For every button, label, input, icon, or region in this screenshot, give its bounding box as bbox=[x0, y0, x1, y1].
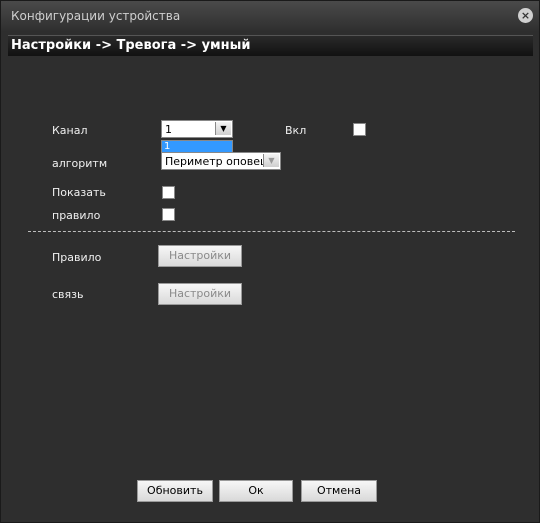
link-section-label: связь bbox=[52, 288, 84, 301]
algorithm-select-value: Периметр оповеще bbox=[165, 155, 278, 168]
window-title: Конфигурации устройства bbox=[11, 9, 181, 23]
breadcrumb: Настройки -> Тревога -> умный bbox=[8, 35, 533, 56]
enable-checkbox[interactable] bbox=[353, 123, 366, 136]
rule-settings-button[interactable]: Настройки bbox=[158, 245, 242, 267]
channel-select[interactable]: 1 ▼ bbox=[161, 120, 233, 138]
enable-label: Вкл bbox=[285, 124, 307, 137]
chevron-down-icon[interactable]: ▼ bbox=[215, 122, 231, 135]
algorithm-label: алгоритм bbox=[52, 157, 108, 170]
channel-select-value: 1 bbox=[165, 123, 172, 136]
rule-label: правило bbox=[52, 209, 101, 222]
cancel-button[interactable]: Отмена bbox=[301, 480, 377, 502]
close-icon[interactable]: × bbox=[518, 8, 533, 23]
channel-label: Канал bbox=[52, 124, 88, 137]
chevron-down-icon[interactable]: ▼ bbox=[263, 154, 279, 167]
show-checkbox[interactable] bbox=[162, 186, 175, 199]
show-label: Показать bbox=[52, 186, 106, 199]
channel-option-label: 1 bbox=[164, 141, 171, 152]
ok-button[interactable]: Ок bbox=[219, 480, 293, 502]
link-settings-button[interactable]: Настройки bbox=[158, 283, 242, 305]
algorithm-select[interactable]: Периметр оповеще ▼ bbox=[161, 152, 281, 170]
breadcrumb-text: Настройки -> Тревога -> умный bbox=[11, 38, 251, 53]
refresh-button[interactable]: Обновить bbox=[137, 480, 213, 502]
rule-section-label: Правило bbox=[52, 251, 102, 264]
title-bar: Конфигурации устройства × bbox=[1, 1, 539, 31]
rule-checkbox[interactable] bbox=[162, 208, 175, 221]
separator bbox=[28, 231, 515, 232]
